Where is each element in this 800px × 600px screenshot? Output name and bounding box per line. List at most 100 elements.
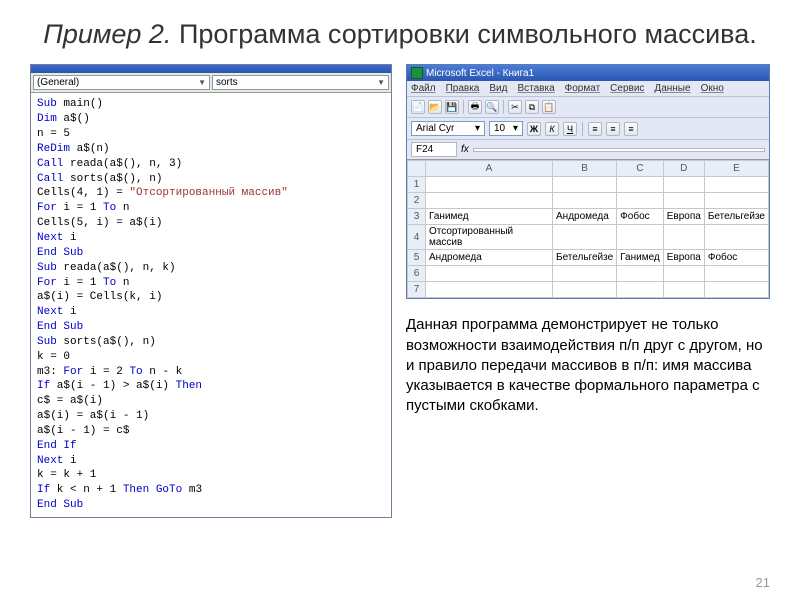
align-center-icon[interactable]: ≡: [606, 122, 620, 136]
cell[interactable]: [704, 225, 768, 250]
row-header[interactable]: 4: [408, 225, 426, 250]
col-header[interactable]: D: [663, 161, 704, 177]
menu-item[interactable]: Сервис: [610, 83, 644, 94]
excel-window: Microsoft Excel - Книга1 Файл Правка Вид Вс…: [406, 64, 770, 299]
fontsize-select[interactable]: 10▾: [489, 121, 523, 136]
menu-item[interactable]: Вид: [489, 83, 507, 94]
window-titlebar: [31, 65, 391, 73]
col-header[interactable]: E: [704, 161, 768, 177]
excel-grid[interactable]: ABCDE123ГанимедАндромедаФобосЕвропаБетел…: [407, 160, 769, 298]
cell[interactable]: Европа: [663, 250, 704, 266]
excel-title-text: Microsoft Excel - Книга1: [426, 68, 534, 79]
object-dropdown[interactable]: (General) ▼: [33, 75, 210, 90]
row-header[interactable]: 1: [408, 177, 426, 193]
code-area[interactable]: Sub main()Dim a$()n = 5ReDim a$(n)Call r…: [31, 93, 391, 517]
cell[interactable]: Андромеда: [553, 209, 617, 225]
menu-item[interactable]: Правка: [446, 83, 480, 94]
row-header[interactable]: 3: [408, 209, 426, 225]
name-box[interactable]: F24: [411, 142, 457, 157]
row-header[interactable]: 2: [408, 193, 426, 209]
procedure-dropdown-value: sorts: [216, 77, 238, 88]
new-icon[interactable]: 📄: [411, 100, 425, 114]
menu-item[interactable]: Вставка: [517, 83, 554, 94]
excel-icon: [411, 67, 423, 79]
row-header[interactable]: 6: [408, 266, 426, 282]
paste-icon[interactable]: 📋: [542, 100, 556, 114]
excel-titlebar: Microsoft Excel - Книга1: [407, 65, 769, 81]
cell[interactable]: [426, 177, 553, 193]
cell[interactable]: [663, 193, 704, 209]
chevron-down-icon: ▾: [475, 123, 480, 134]
cell[interactable]: [553, 266, 617, 282]
col-header[interactable]: C: [617, 161, 664, 177]
align-right-icon[interactable]: ≡: [624, 122, 638, 136]
cell[interactable]: [553, 177, 617, 193]
fx-label[interactable]: fx: [461, 144, 469, 155]
chevron-down-icon: ▾: [513, 123, 518, 134]
separator: [463, 100, 464, 114]
title-rest: Программа сортировки символьного массива…: [171, 19, 756, 49]
print-icon[interactable]: 🖶: [468, 100, 482, 114]
cell[interactable]: Ганимед: [426, 209, 553, 225]
cell[interactable]: Отсортированный массив: [426, 225, 553, 250]
procedure-dropdown[interactable]: sorts ▼: [212, 75, 389, 90]
open-icon[interactable]: 📂: [428, 100, 442, 114]
cell[interactable]: Ганимед: [617, 250, 664, 266]
cell[interactable]: [617, 282, 664, 298]
cell[interactable]: [617, 225, 664, 250]
col-header[interactable]: B: [553, 161, 617, 177]
excel-toolbar-standard: 📄 📂 💾 🖶 🔍 ✂ ⧉ 📋: [407, 97, 769, 118]
excel-menu-bar: Файл Правка Вид Вставка Формат Сервис Данные Ок…: [407, 81, 769, 97]
italic-button[interactable]: К: [545, 122, 559, 136]
excel-toolbar-format: Arial Cyr▾ 10▾ Ж К Ч ≡ ≡ ≡: [407, 118, 769, 140]
description-text: Данная программа демонстрирует не только…: [406, 315, 770, 416]
font-select[interactable]: Arial Cyr▾: [411, 121, 485, 136]
cut-icon[interactable]: ✂: [508, 100, 522, 114]
cell[interactable]: [617, 177, 664, 193]
object-dropdown-value: (General): [37, 77, 79, 88]
preview-icon[interactable]: 🔍: [485, 100, 499, 114]
cell[interactable]: Бетельгейзе: [704, 209, 768, 225]
cell[interactable]: Андромеда: [426, 250, 553, 266]
underline-button[interactable]: Ч: [563, 122, 577, 136]
row-header[interactable]: 7: [408, 282, 426, 298]
chevron-down-icon: ▼: [377, 78, 385, 87]
formula-input[interactable]: [473, 148, 765, 152]
bold-button[interactable]: Ж: [527, 122, 541, 136]
cell[interactable]: [663, 177, 704, 193]
cell[interactable]: Европа: [663, 209, 704, 225]
align-left-icon[interactable]: ≡: [588, 122, 602, 136]
copy-icon[interactable]: ⧉: [525, 100, 539, 114]
col-header[interactable]: A: [426, 161, 553, 177]
cell[interactable]: [617, 193, 664, 209]
cell[interactable]: [663, 266, 704, 282]
cell[interactable]: [617, 266, 664, 282]
cell[interactable]: [704, 177, 768, 193]
menu-item[interactable]: Окно: [701, 83, 724, 94]
cell[interactable]: [704, 193, 768, 209]
menu-item[interactable]: Файл: [411, 83, 436, 94]
cell[interactable]: [553, 225, 617, 250]
menu-item[interactable]: Формат: [565, 83, 601, 94]
cell[interactable]: [704, 266, 768, 282]
cell[interactable]: [426, 266, 553, 282]
separator: [503, 100, 504, 114]
vba-editor: (General) ▼ sorts ▼ Sub main()Dim a$()n = …: [30, 64, 392, 518]
save-icon[interactable]: 💾: [445, 100, 459, 114]
page-number: 21: [756, 575, 770, 590]
cell[interactable]: [426, 193, 553, 209]
cell[interactable]: Фобос: [617, 209, 664, 225]
excel-formula-bar: F24 fx: [407, 140, 769, 160]
cell[interactable]: [426, 282, 553, 298]
separator: [582, 122, 583, 136]
cell[interactable]: [553, 193, 617, 209]
cell[interactable]: Бетельгейзе: [553, 250, 617, 266]
cell[interactable]: [704, 282, 768, 298]
cell[interactable]: [663, 282, 704, 298]
cell[interactable]: [663, 225, 704, 250]
cell[interactable]: [553, 282, 617, 298]
chevron-down-icon: ▼: [198, 78, 206, 87]
cell[interactable]: Фобос: [704, 250, 768, 266]
menu-item[interactable]: Данные: [654, 83, 690, 94]
row-header[interactable]: 5: [408, 250, 426, 266]
